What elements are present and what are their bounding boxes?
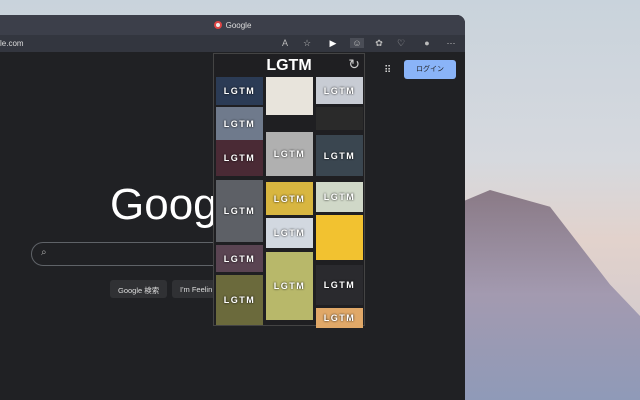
lgtm-image-tile[interactable]: LGTM xyxy=(266,252,313,320)
lgtm-image-tile[interactable]: LGTM xyxy=(266,132,313,176)
lgtm-image-tile[interactable]: LGTM xyxy=(266,182,313,215)
apps-grid-icon[interactable]: ⠿ xyxy=(384,65,391,76)
lgtm-image-tile[interactable]: LGTM xyxy=(216,77,263,105)
lgtm-image-tile[interactable]: LGTM xyxy=(216,245,263,272)
lgtm-image-tile[interactable] xyxy=(316,107,363,130)
lgtm-image-tile[interactable]: LGTM xyxy=(316,77,363,104)
lgtm-extension-icon[interactable]: ☺ xyxy=(350,38,364,48)
google-search-button[interactable]: Google 検索 xyxy=(110,280,168,298)
lgtm-image-tile[interactable]: LGTM xyxy=(266,218,313,248)
lgtm-image-tile[interactable]: LGTM xyxy=(316,265,363,305)
address-bar[interactable]: le.com xyxy=(0,39,24,48)
lgtm-image-tile[interactable]: LGTM xyxy=(216,275,263,325)
lgtm-image-tile[interactable]: LGTM xyxy=(216,180,263,242)
desktop-mountain xyxy=(440,190,640,400)
lgtm-image-tile[interactable]: LGTM xyxy=(216,140,263,176)
read-aloud-icon[interactable]: A xyxy=(278,38,292,48)
lgtm-image-tile[interactable]: LGTM xyxy=(216,107,263,140)
google-favicon-icon xyxy=(213,21,222,29)
title-bar: Google xyxy=(0,15,465,35)
toolbar: le.com A ☆ ▶ ☺ ✿ ♡ ● ⋯ xyxy=(0,35,465,52)
lgtm-image-tile[interactable] xyxy=(316,215,363,260)
heart-icon[interactable]: ♡ xyxy=(394,38,408,49)
extensions-icon[interactable]: ✿ xyxy=(372,38,386,49)
popup-title: LGTM xyxy=(266,57,312,74)
search-icon: ⌕ xyxy=(41,247,47,258)
profile-avatar[interactable]: ● xyxy=(420,38,434,48)
play-extension-icon[interactable]: ▶ xyxy=(326,38,340,49)
more-menu-icon[interactable]: ⋯ xyxy=(444,38,458,49)
favorite-icon[interactable]: ☆ xyxy=(300,38,314,49)
lgtm-image-tile[interactable]: LGTM xyxy=(316,182,363,212)
reload-icon[interactable]: ↻ xyxy=(348,56,360,73)
login-button[interactable]: ログイン xyxy=(404,60,456,79)
lgtm-popup: LGTM ↻ LGTM LGTM LGTM LGTM LGTM LGTM LGTM LGTM… xyxy=(213,53,365,328)
tab-title[interactable]: Google xyxy=(226,21,252,30)
lgtm-image-tile[interactable]: LGTM xyxy=(316,135,363,176)
lgtm-image-tile[interactable] xyxy=(266,77,313,115)
lgtm-image-tile[interactable]: LGTM xyxy=(316,308,363,328)
